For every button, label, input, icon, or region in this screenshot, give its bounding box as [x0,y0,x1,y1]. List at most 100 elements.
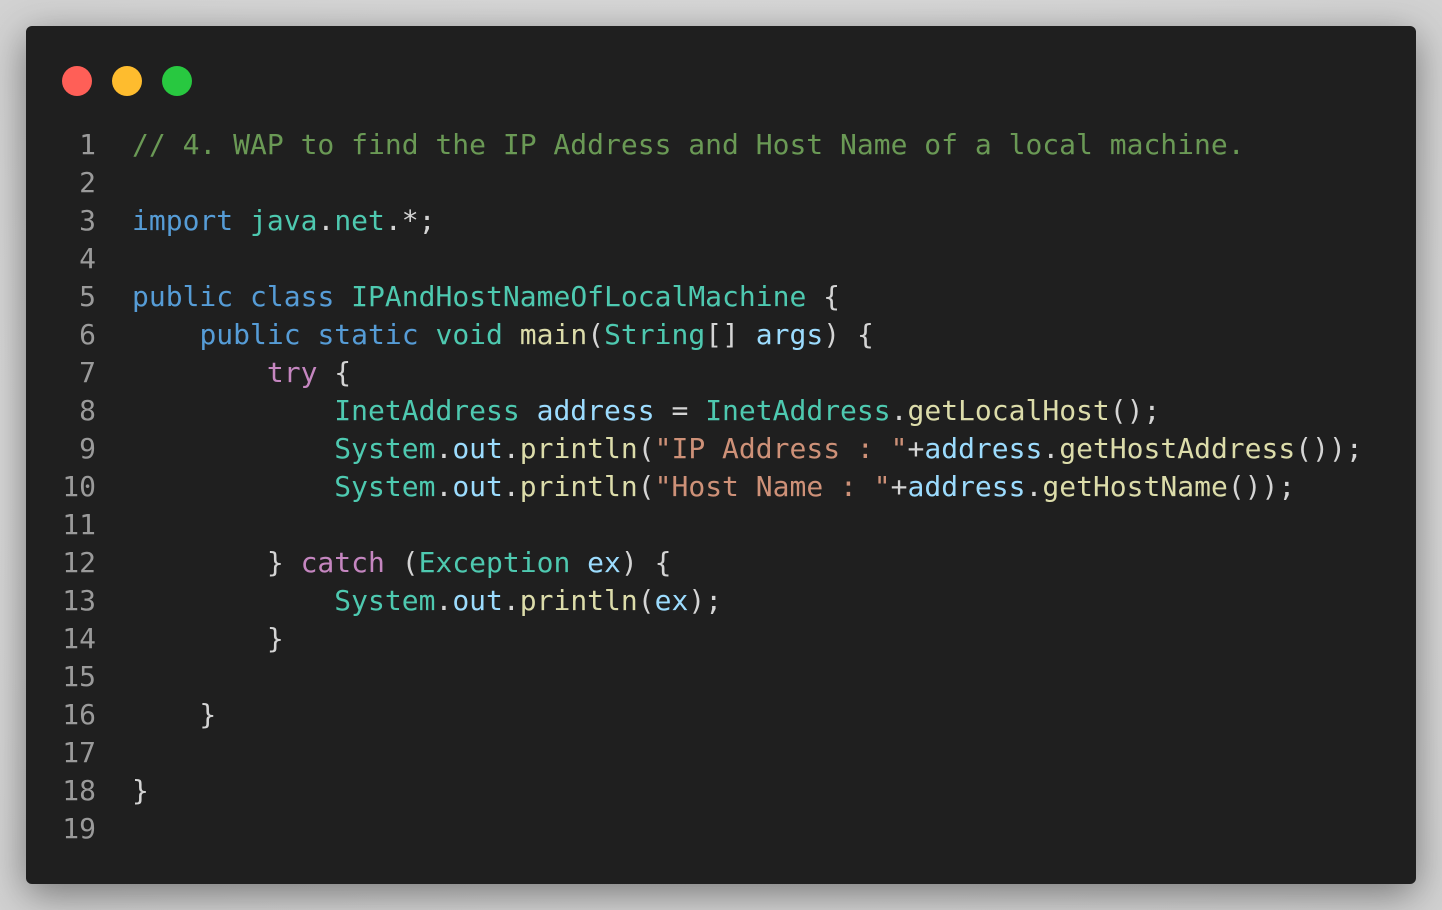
line-source: System.out.println("IP Address : "+addre… [96,430,1362,468]
line-number: 15 [62,660,96,693]
code-token: public [132,280,234,313]
code-token: InetAddress [705,394,891,427]
line-number: 19 [62,812,96,845]
code-line: 13 System.out.println(ex); [26,582,1416,620]
code-line: 15 [26,658,1416,696]
code-token: . [435,470,453,503]
code-line: 7 try { [26,354,1416,392]
code-token: println [519,584,638,617]
line-number: 3 [79,204,96,237]
code-token: System [334,470,436,503]
code-token: . [890,394,908,427]
code-token: (); [1109,394,1161,427]
code-token: .*; [384,204,436,237]
code-token: getHostAddress [1059,432,1296,465]
close-button[interactable] [62,66,92,96]
code-token: ) { [620,546,672,579]
line-source: } [96,696,216,734]
line-source: } [96,772,149,810]
code-token: . [435,584,453,617]
code-token: . [502,584,520,617]
line-number: 11 [62,508,96,541]
code-token: void [435,318,503,351]
code-line: 9 System.out.println("IP Address : "+add… [26,430,1416,468]
line-source: // 4. WAP to find the IP Address and Hos… [96,126,1245,164]
line-source [96,810,132,848]
line-source: public static void main(String[] args) { [96,316,874,354]
code-token: import [132,204,234,237]
code-token: public [199,318,301,351]
line-number: 7 [79,356,96,389]
code-token: out [452,432,503,465]
line-source: InetAddress address = InetAddress.getLoc… [96,392,1160,430]
code-line: 4 [26,240,1416,278]
code-window: 1 // 4. WAP to find the IP Address and Ho… [26,26,1416,884]
code-token: out [452,584,503,617]
code-token: ( [637,584,655,617]
code-token: . [435,432,453,465]
line-number: 16 [62,698,96,731]
code-line: 3 import java.net.*; [26,202,1416,240]
code-token: = [654,394,706,427]
code-token: address [536,394,655,427]
code-token: ) { [823,318,874,351]
line-number: 13 [62,584,96,617]
code-token: . [1042,432,1060,465]
code-line: 1 // 4. WAP to find the IP Address and Ho… [26,126,1416,164]
code-token: ex [587,546,621,579]
line-source: System.out.println("Host Name : "+addres… [96,468,1295,506]
code-token: ex [654,584,689,617]
line-number: 4 [79,242,96,275]
line-number: 5 [79,280,96,313]
line-number: 6 [79,318,96,351]
code-line: 16 } [26,696,1416,734]
code-token: out [452,470,503,503]
code-token: java [250,204,318,237]
code-token: class [250,280,335,313]
code-line: 18} [26,772,1416,810]
code-token: . [502,470,520,503]
code-token: + [890,470,908,503]
maximize-button[interactable] [162,66,192,96]
code-token: println [519,470,638,503]
code-token: { [317,356,352,389]
code-line: 8 InetAddress address = InetAddress.getL… [26,392,1416,430]
code-token: try [266,356,318,389]
code-line: 2 [26,164,1416,202]
code-token: String [604,318,706,351]
code-token: "IP Address : " [654,432,908,465]
code-token: println [519,432,638,465]
line-source: } catch (Exception ex) { [96,544,672,582]
line-source: try { [96,354,351,392]
line-number: 10 [62,470,96,503]
code-token: ( [637,470,655,503]
code-token: { [806,280,841,313]
code-token: } [132,698,217,731]
code-token: } [132,546,301,579]
code-token: getHostName [1042,470,1228,503]
line-source [96,734,132,772]
minimize-button[interactable] [112,66,142,96]
line-source: System.out.println(ex); [96,582,722,620]
code-token: ( [384,546,419,579]
code-token: address [924,432,1043,465]
code-line: 10 System.out.println("Host Name : "+add… [26,468,1416,506]
code-token: } [132,774,149,807]
code-token: net [334,204,385,237]
code-token: args [755,318,824,351]
code-line: 11 [26,506,1416,544]
code-token: getLocalHost [907,394,1110,427]
code-token: [] [705,318,756,351]
line-number: 8 [79,394,96,427]
